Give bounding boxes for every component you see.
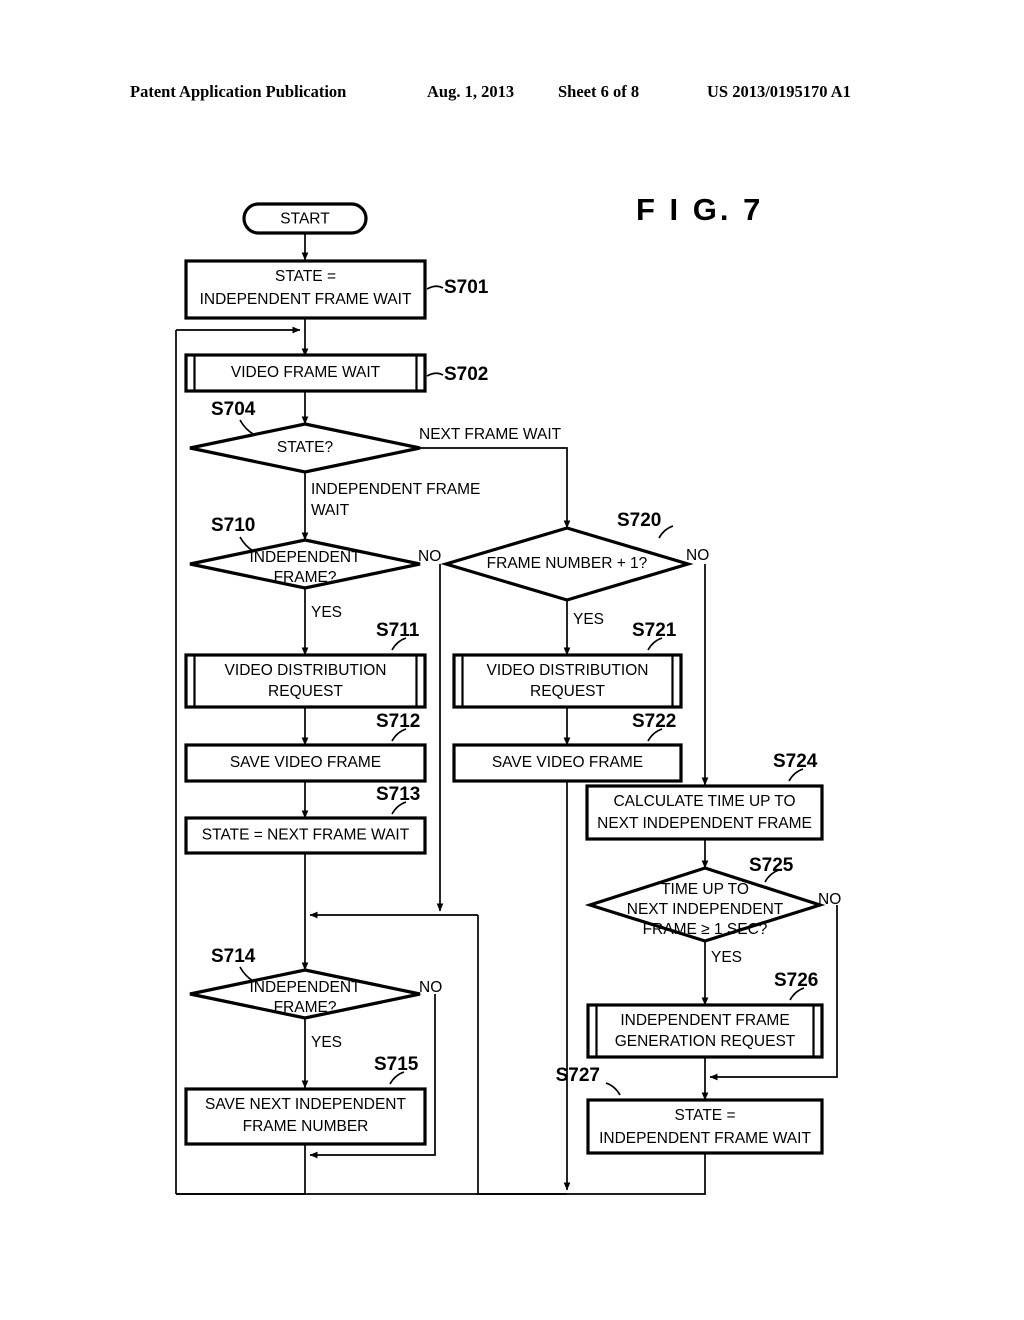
node-s701-line1: STATE =: [275, 268, 336, 285]
edge-label-s704-next-frame-wait: NEXT FRAME WAIT: [419, 426, 562, 443]
step-label-s714: S714: [211, 946, 256, 967]
step-label-s720: S720: [617, 510, 661, 531]
node-s721-line2: REQUEST: [530, 683, 605, 700]
step-label-s722: S722: [632, 711, 676, 732]
step-label-s725: S725: [749, 855, 794, 876]
patent-figure-page: Patent Application Publication Aug. 1, 2…: [0, 0, 1024, 1320]
step-label-s727: S727: [556, 1065, 600, 1086]
node-s724-line2: NEXT INDEPENDENT FRAME: [597, 815, 812, 832]
edge-label-s720-yes: YES: [573, 611, 604, 628]
node-s725-line1: TIME UP TO: [661, 881, 749, 898]
edge-label-s704-independent-2: WAIT: [311, 502, 350, 519]
step-label-s710: S710: [211, 515, 255, 536]
step-label-s711: S711: [376, 620, 420, 641]
step-label-s702: S702: [444, 364, 488, 385]
node-s702: VIDEO FRAME WAIT S702: [184, 353, 488, 393]
node-s702-line1: VIDEO FRAME WAIT: [231, 364, 381, 381]
edge-label-s720-no: NO: [686, 547, 709, 564]
node-s725-line2: NEXT INDEPENDENT: [627, 901, 784, 918]
step-label-s704: S704: [211, 399, 256, 420]
step-label-s712: S712: [376, 711, 420, 732]
node-s722-line1: SAVE VIDEO FRAME: [492, 754, 643, 771]
node-s711-line2: REQUEST: [268, 683, 343, 700]
node-s721-line1: VIDEO DISTRIBUTION: [487, 662, 649, 679]
node-s726-line2: GENERATION REQUEST: [615, 1033, 796, 1050]
node-s710-line2: FRAME?: [274, 569, 337, 586]
node-s710-line1: INDEPENDENT: [249, 549, 361, 566]
node-s727: STATE = INDEPENDENT FRAME WAIT S727: [556, 1065, 824, 1155]
node-s727-line1: STATE =: [674, 1107, 735, 1124]
node-s701: STATE = INDEPENDENT FRAME WAIT S701: [184, 259, 489, 320]
node-s710: INDEPENDENT FRAME? S710 NO YES: [189, 515, 441, 621]
node-s726-line1: INDEPENDENT FRAME: [620, 1012, 789, 1029]
node-s724-line1: CALCULATE TIME UP TO: [613, 793, 795, 810]
node-s727-line2: INDEPENDENT FRAME WAIT: [599, 1130, 811, 1147]
edge-label-s704-independent-1: INDEPENDENT FRAME: [311, 481, 480, 498]
node-start-label: START: [280, 211, 330, 228]
edge-label-s714-yes: YES: [311, 1034, 342, 1051]
edge-label-s714-no: NO: [419, 979, 442, 996]
edge-label-s710-yes: YES: [311, 604, 342, 621]
node-s701-line2: INDEPENDENT FRAME WAIT: [200, 291, 412, 308]
step-label-s701: S701: [444, 277, 489, 298]
node-s715-line2: FRAME NUMBER: [243, 1118, 369, 1135]
node-s725-line3: FRAME ≥ 1 SEC?: [643, 921, 768, 938]
node-s715-line1: SAVE NEXT INDEPENDENT: [205, 1096, 407, 1113]
node-s704-line1: STATE?: [277, 439, 334, 456]
step-label-s713: S713: [376, 784, 420, 805]
node-s720-line1: FRAME NUMBER + 1?: [487, 555, 648, 572]
node-s725: TIME UP TO NEXT INDEPENDENT FRAME ≥ 1 SE…: [584, 855, 841, 966]
node-s704: STATE? S704 NEXT FRAME WAIT INDEPENDENT …: [189, 399, 562, 519]
step-label-s726: S726: [774, 970, 818, 991]
node-s711-line1: VIDEO DISTRIBUTION: [225, 662, 387, 679]
node-start: START: [242, 202, 368, 235]
step-label-s724: S724: [773, 751, 818, 772]
node-s713-line1: STATE = NEXT FRAME WAIT: [202, 827, 410, 844]
step-label-s721: S721: [632, 620, 677, 641]
node-s720: FRAME NUMBER + 1? S720 NO YES: [440, 510, 709, 628]
node-s712-line1: SAVE VIDEO FRAME: [230, 754, 381, 771]
node-s714-line2: FRAME?: [274, 999, 337, 1016]
flowchart-diagram: START STATE = INDEPENDENT FRAME WAIT S70…: [175, 202, 841, 1195]
edge-label-s725-yes: YES: [711, 949, 742, 966]
edge-label-s710-no: NO: [418, 548, 441, 565]
edge-label-s725-no: NO: [818, 891, 841, 908]
step-label-s715: S715: [374, 1054, 419, 1075]
node-s714-line1: INDEPENDENT: [249, 979, 361, 996]
node-s714: INDEPENDENT FRAME? S714 NO YES: [189, 946, 442, 1051]
